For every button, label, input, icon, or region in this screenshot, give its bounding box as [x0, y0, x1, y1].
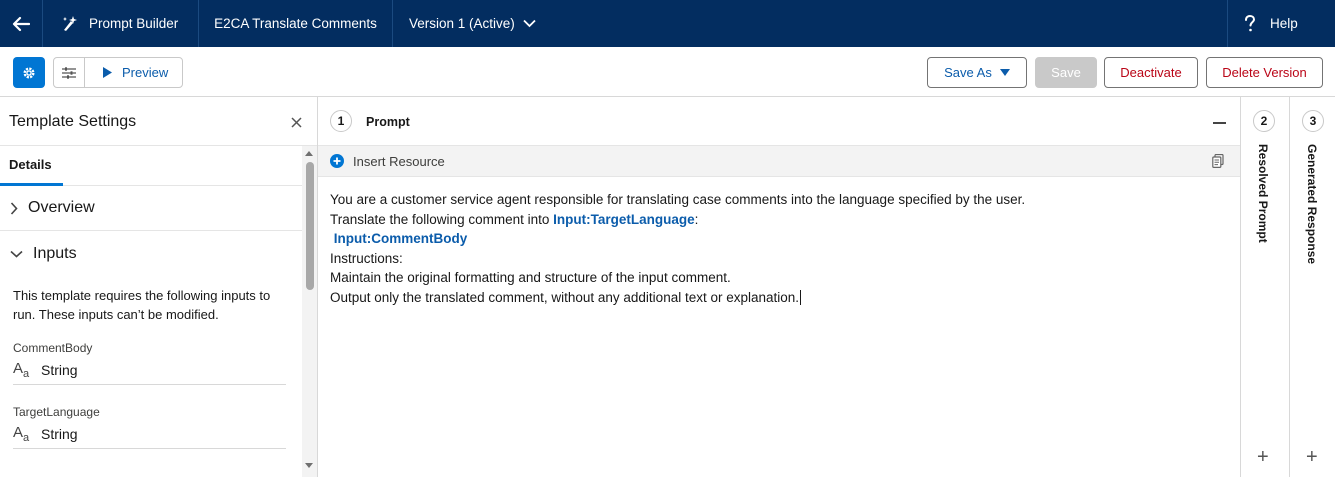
prompt-line: Translate the following comment into Inp…	[330, 210, 1230, 230]
input-type: String	[41, 361, 78, 378]
save-label: Save	[1051, 65, 1081, 80]
scroll-thumb[interactable]	[306, 162, 314, 290]
question-icon	[1245, 14, 1256, 31]
template-settings-panel: Template Settings Details Overview Input…	[0, 97, 318, 477]
overview-label: Overview	[28, 199, 95, 216]
prompt-title: Prompt	[366, 115, 410, 129]
help-button[interactable]: Help	[1227, 0, 1335, 47]
save-button[interactable]: Save	[1035, 57, 1097, 88]
resource-bar: Insert Resource	[318, 145, 1240, 177]
save-as-button[interactable]: Save As	[927, 57, 1027, 88]
close-panel-button[interactable]	[288, 114, 304, 130]
preview-label: Preview	[122, 65, 169, 80]
input-type: String	[41, 425, 78, 442]
text-type-icon: Aa	[13, 359, 30, 380]
panel-title: Template Settings	[9, 113, 137, 130]
prompt-text: :	[694, 211, 699, 227]
sliders-icon	[62, 66, 76, 79]
insert-resource-button[interactable]: Insert Resource	[353, 154, 445, 169]
help-label: Help	[1270, 16, 1298, 31]
input-name: TargetLanguage	[13, 405, 100, 419]
delete-version-button[interactable]: Delete Version	[1206, 57, 1323, 88]
close-icon	[290, 116, 302, 128]
prompt-editor[interactable]: You are a customer service agent respons…	[330, 190, 1230, 307]
tab-details[interactable]: Details	[0, 146, 63, 186]
play-icon	[103, 67, 112, 78]
panel-tabs: Details	[0, 146, 302, 186]
inputs-description: This template requires the following inp…	[13, 288, 271, 322]
deactivate-button[interactable]: Deactivate	[1104, 57, 1198, 88]
expand-plus-icon[interactable]: +	[1257, 447, 1269, 467]
app-title: Prompt Builder	[43, 0, 199, 47]
save-as-label: Save As	[944, 65, 992, 80]
template-name: E2CA Translate Comments	[199, 0, 393, 47]
input-type-row: Aa String	[13, 355, 286, 385]
app-name: Prompt Builder	[89, 16, 179, 31]
resolved-prompt-panel[interactable]: 2 Resolved Prompt +	[1240, 97, 1288, 477]
copy-icon[interactable]	[1212, 154, 1224, 168]
delete-version-label: Delete Version	[1222, 65, 1307, 80]
text-cursor	[800, 289, 802, 305]
chevron-right-icon	[10, 201, 18, 215]
prompt-text: Translate the following comment into	[330, 211, 554, 227]
generated-response-title: Generated Response	[1305, 144, 1319, 265]
version-label: Version 1 (Active)	[409, 16, 515, 31]
global-header: Prompt Builder E2CA Translate Comments V…	[0, 0, 1335, 47]
prompt-line: You are a customer service agent respons…	[330, 192, 1026, 207]
prompt-builder-icon	[63, 15, 77, 31]
inputs-label: Inputs	[33, 244, 77, 262]
chevron-down-icon	[10, 250, 23, 258]
arrow-left-icon	[12, 16, 30, 31]
caret-down-icon	[999, 69, 1010, 76]
version-dropdown[interactable]: Version 1 (Active)	[393, 0, 553, 47]
minimize-icon[interactable]	[1213, 122, 1226, 124]
step-badge: 3	[1302, 110, 1324, 132]
toolbar: Preview Save As Save Deactivate Delete V…	[0, 47, 1335, 97]
prompt-line: Instructions:	[330, 250, 403, 266]
resolved-prompt-title: Resolved Prompt	[1256, 144, 1270, 243]
add-circle-icon[interactable]	[330, 154, 344, 168]
inputs-section-toggle[interactable]: Inputs	[0, 231, 302, 276]
chevron-down-icon	[523, 19, 536, 28]
input-type-row: Aa String	[13, 419, 286, 449]
step-badge: 2	[1253, 110, 1275, 132]
gear-icon	[23, 66, 35, 79]
preview-button[interactable]: Preview	[84, 57, 183, 88]
deactivate-label: Deactivate	[1120, 65, 1182, 80]
panel-header: Template Settings	[0, 97, 317, 146]
back-button[interactable]	[0, 0, 43, 47]
merge-field[interactable]: Input:CommentBody	[334, 231, 467, 246]
prompt-line: Input:CommentBody	[330, 229, 1230, 249]
panel-scrollbar[interactable]	[302, 146, 317, 477]
template-settings-button[interactable]	[13, 57, 45, 88]
scroll-down-arrow[interactable]	[305, 463, 313, 468]
merge-field[interactable]: Input:TargetLanguage	[553, 212, 695, 227]
prompt-text: Output only the translated comment, with…	[330, 289, 800, 305]
step-badge: 1	[330, 110, 352, 132]
prompt-line: Maintain the original formatting and str…	[330, 270, 731, 285]
configuration-button[interactable]	[53, 57, 85, 88]
input-name: CommentBody	[13, 341, 93, 355]
prompt-panel: 1 Prompt Insert Resource You are a custo…	[318, 97, 1240, 477]
scroll-up-arrow[interactable]	[305, 151, 313, 156]
expand-plus-icon[interactable]: +	[1306, 447, 1318, 467]
overview-section-toggle[interactable]: Overview	[0, 186, 302, 231]
template-name-label: E2CA Translate Comments	[214, 16, 377, 31]
text-type-icon: Aa	[13, 423, 30, 444]
prompt-line: Output only the translated comment, with…	[330, 288, 1230, 308]
generated-response-panel[interactable]: 3 Generated Response +	[1289, 97, 1335, 477]
